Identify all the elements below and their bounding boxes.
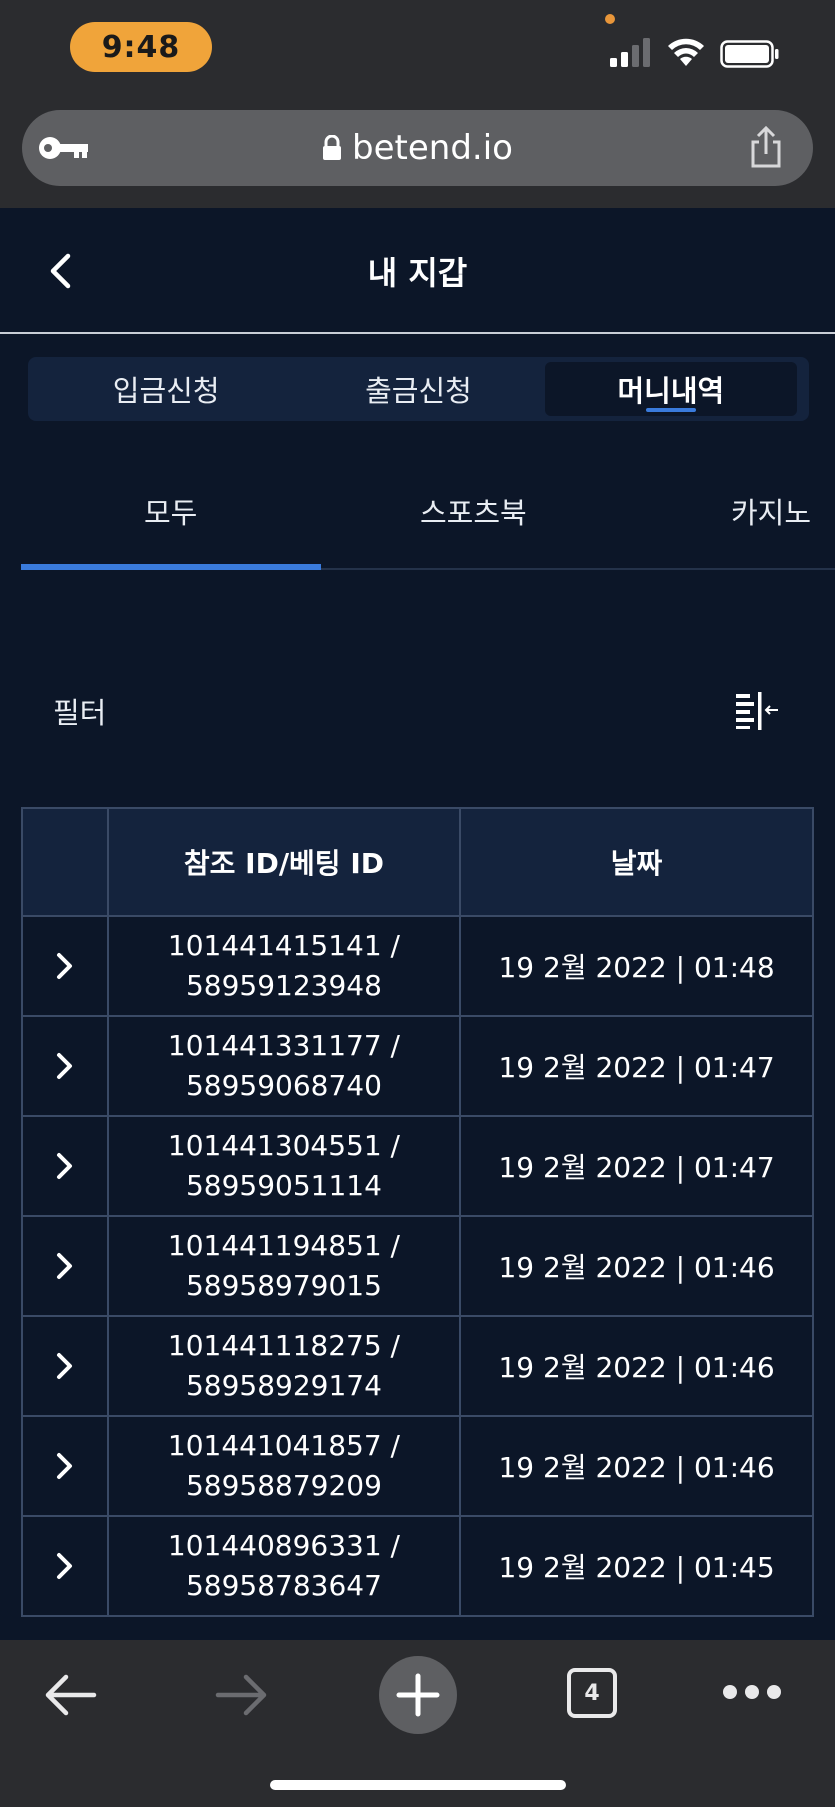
- chevron-right-icon[interactable]: [53, 1451, 77, 1481]
- chevron-right-icon[interactable]: [53, 951, 77, 981]
- table-row[interactable]: 101441118275 / 58958929174 19 2월 2022 | 0…: [21, 1315, 814, 1417]
- ref-cell: 101441304551 / 58959051114: [106, 1115, 462, 1217]
- address-bar[interactable]: betend.io: [22, 110, 813, 186]
- page-title: 내 지갑: [367, 254, 468, 292]
- expand-cell[interactable]: [21, 1015, 109, 1117]
- category-tabs: 모두 스포츠북 카지노: [21, 470, 835, 570]
- wallet-tabs: 입금신청 출금신청 머니내역: [28, 357, 809, 421]
- privacy-indicator-dot: [605, 14, 615, 24]
- ref-id: 101441118275 /: [167, 1329, 400, 1362]
- date-cell: 19 2월 2022 | 01:45: [459, 1515, 814, 1617]
- table-row[interactable]: 101441194851 / 58958979015 19 2월 2022 | 0…: [21, 1215, 814, 1317]
- date-value: 19 2월 2022 | 01:47: [498, 1151, 775, 1184]
- battery-icon: [720, 40, 779, 68]
- ref-id: 101440896331 /: [167, 1529, 400, 1562]
- expand-cell[interactable]: [21, 1215, 109, 1317]
- table-row[interactable]: 101440896331 / 58958783647 19 2월 2022 | 0…: [21, 1515, 814, 1617]
- plus-icon: [396, 1673, 440, 1717]
- lock-icon: [323, 135, 342, 160]
- expand-cell[interactable]: [21, 1415, 109, 1517]
- tab-deposit[interactable]: 입금신청: [40, 362, 292, 416]
- header-date: 날짜: [459, 807, 814, 917]
- ref-cell: 101440896331 / 58958783647: [106, 1515, 462, 1617]
- date-value: 19 2월 2022 | 01:47: [498, 1051, 775, 1084]
- forward-arrow-icon[interactable]: [214, 1670, 270, 1720]
- tab-casino[interactable]: 카지노: [731, 490, 811, 532]
- ref-id: 101441415141 /: [167, 929, 400, 962]
- ref-cell: 101441118275 / 58958929174: [106, 1315, 462, 1417]
- bet-id: 58958879209: [185, 1469, 382, 1502]
- bet-id: 58959068740: [185, 1069, 382, 1102]
- chevron-right-icon[interactable]: [53, 1151, 77, 1181]
- chevron-right-icon[interactable]: [53, 1051, 77, 1081]
- header-expand: [21, 807, 109, 917]
- tab-withdraw[interactable]: 출금신청: [292, 362, 544, 416]
- share-icon[interactable]: [747, 126, 785, 170]
- table-row[interactable]: 101441041857 / 58958879209 19 2월 2022 | 0…: [21, 1415, 814, 1517]
- date-value: 19 2월 2022 | 01:48: [498, 951, 775, 984]
- tab-money-history[interactable]: 머니내역: [544, 362, 797, 416]
- bet-id: 58958979015: [185, 1269, 382, 1302]
- back-arrow-icon[interactable]: [42, 1670, 98, 1720]
- transactions-table: 참조 ID/베팅 ID 날짜 101441415141 / 58959123948…: [21, 807, 814, 1617]
- status-time: 9:48: [70, 22, 212, 72]
- chevron-right-icon[interactable]: [53, 1551, 77, 1581]
- bet-id: 58958929174: [185, 1369, 382, 1402]
- active-tab-indicator: [21, 564, 321, 570]
- app-header: 내 지갑: [0, 208, 835, 334]
- bet-id: 58959051114: [185, 1169, 382, 1202]
- table-row[interactable]: 101441331177 / 58959068740 19 2월 2022 | 0…: [21, 1015, 814, 1117]
- date-cell: 19 2월 2022 | 01:47: [459, 1015, 814, 1117]
- chevron-right-icon[interactable]: [53, 1251, 77, 1281]
- tab-all[interactable]: 모두: [144, 490, 197, 532]
- date-cell: 19 2월 2022 | 01:47: [459, 1115, 814, 1217]
- browser-chrome: 9:48 betend.io: [0, 0, 835, 208]
- filter-collapse-icon[interactable]: [734, 690, 780, 730]
- ref-cell: 101441041857 / 58958879209: [106, 1415, 462, 1517]
- wifi-icon: [668, 38, 704, 66]
- date-value: 19 2월 2022 | 01:46: [498, 1351, 775, 1384]
- ref-cell: 101441194851 / 58958979015: [106, 1215, 462, 1317]
- table-row[interactable]: 101441304551 / 58959051114 19 2월 2022 | 0…: [21, 1115, 814, 1217]
- more-options-icon[interactable]: [722, 1682, 782, 1702]
- filter-label[interactable]: 필터: [53, 690, 106, 732]
- ref-id: 101441304551 /: [167, 1129, 400, 1162]
- date-value: 19 2월 2022 | 01:45: [498, 1551, 775, 1584]
- chevron-right-icon[interactable]: [53, 1351, 77, 1381]
- table-row[interactable]: 101441415141 / 58959123948 19 2월 2022 | 0…: [21, 915, 814, 1017]
- ref-id: 101441194851 /: [167, 1229, 400, 1262]
- ref-cell: 101441331177 / 58959068740: [106, 1015, 462, 1117]
- date-cell: 19 2월 2022 | 01:48: [459, 915, 814, 1017]
- date-cell: 19 2월 2022 | 01:46: [459, 1415, 814, 1517]
- table-header-row: 참조 ID/베팅 ID 날짜: [21, 807, 814, 917]
- header-ref-id: 참조 ID/베팅 ID: [106, 807, 462, 917]
- url-text: betend.io: [352, 128, 513, 168]
- tab-sportsbook[interactable]: 스포츠북: [420, 490, 527, 532]
- cellular-signal-icon: [610, 38, 650, 67]
- expand-cell[interactable]: [21, 915, 109, 1017]
- tabs-count-button[interactable]: 4: [567, 1668, 617, 1718]
- date-value: 19 2월 2022 | 01:46: [498, 1251, 775, 1284]
- ref-id: 101441331177 /: [167, 1029, 400, 1062]
- date-cell: 19 2월 2022 | 01:46: [459, 1215, 814, 1317]
- ref-id: 101441041857 /: [167, 1429, 400, 1462]
- bet-id: 58959123948: [185, 969, 382, 1002]
- home-indicator: [270, 1780, 566, 1790]
- date-cell: 19 2월 2022 | 01:46: [459, 1315, 814, 1417]
- bet-id: 58958783647: [185, 1569, 382, 1602]
- date-value: 19 2월 2022 | 01:46: [498, 1451, 775, 1484]
- url-display[interactable]: betend.io: [22, 110, 813, 186]
- expand-cell[interactable]: [21, 1315, 109, 1417]
- ref-cell: 101441415141 / 58959123948: [106, 915, 462, 1017]
- expand-cell[interactable]: [21, 1115, 109, 1217]
- new-tab-button[interactable]: [379, 1656, 457, 1734]
- expand-cell[interactable]: [21, 1515, 109, 1617]
